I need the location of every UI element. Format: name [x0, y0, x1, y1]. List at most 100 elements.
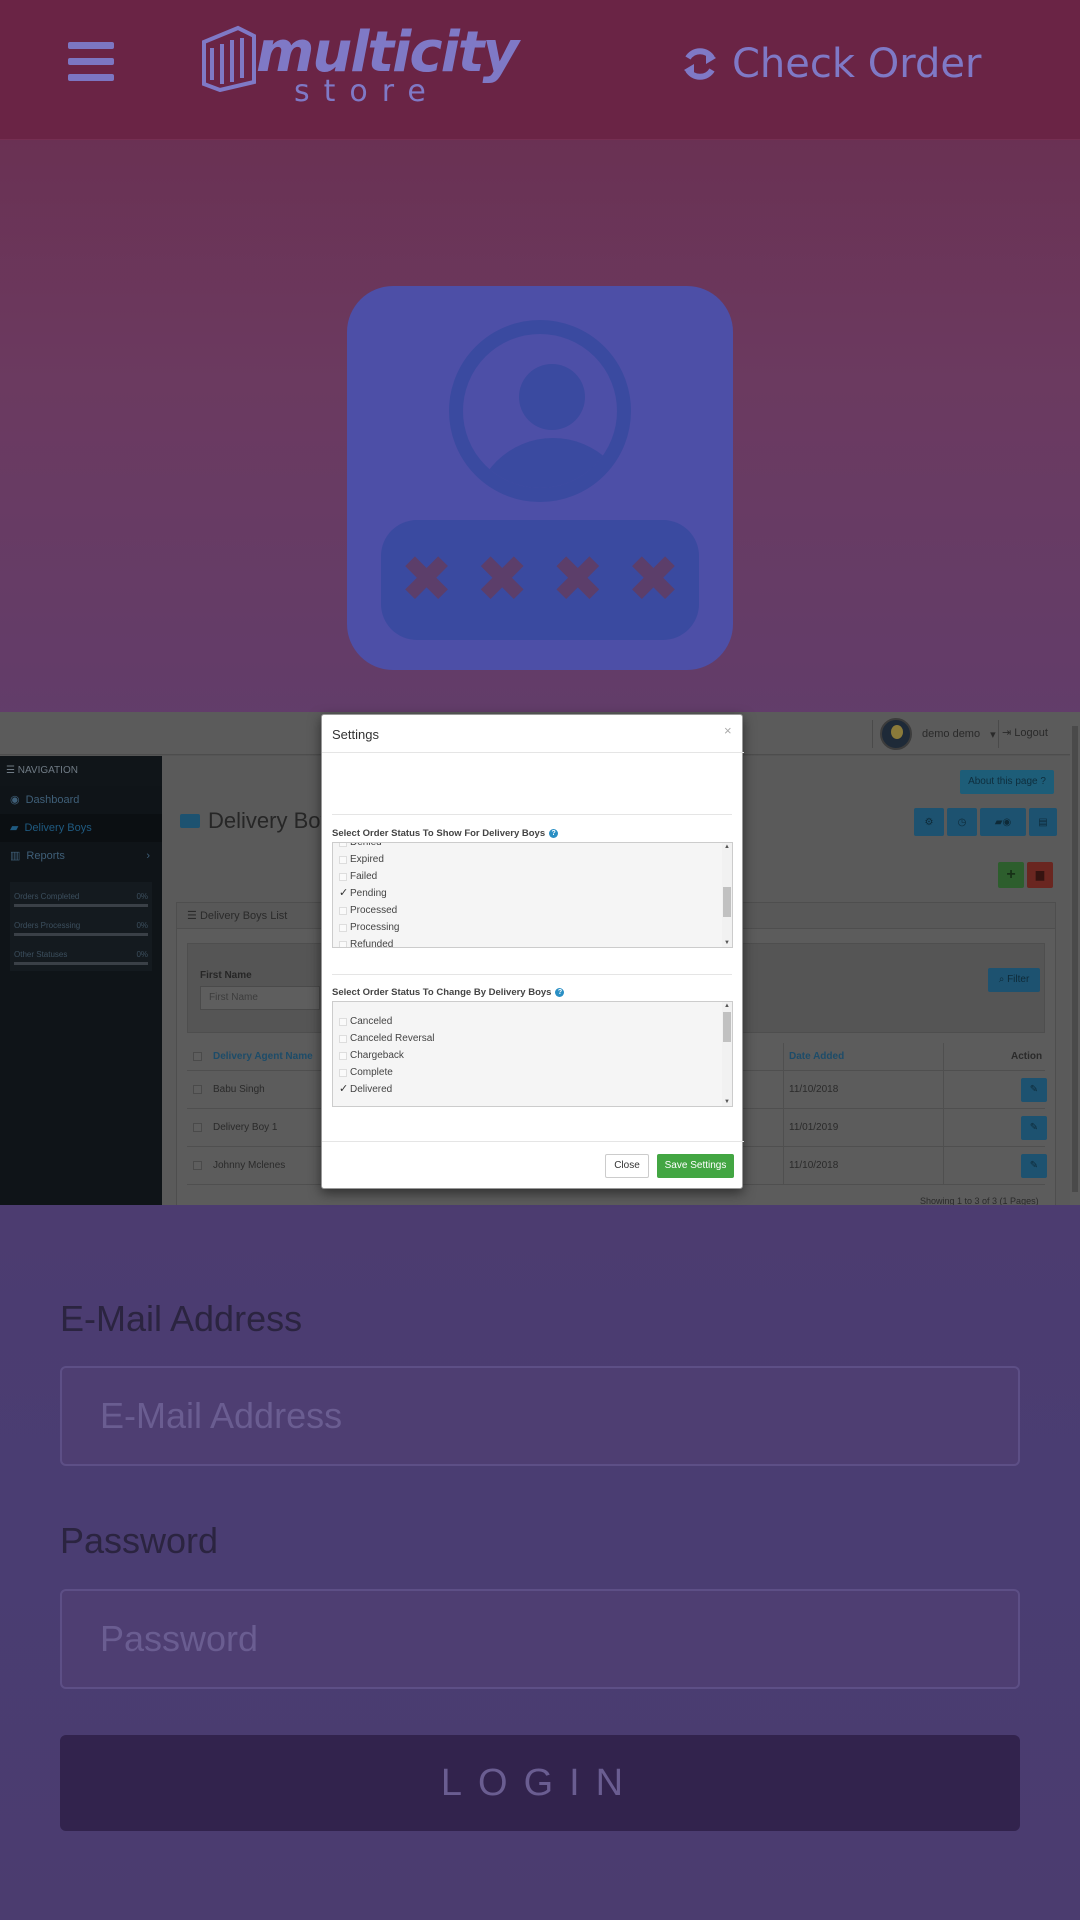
date-added: 11/10/2018	[789, 1160, 839, 1171]
sidebar-item-dashboard[interactable]: ◉ Dashboard	[0, 786, 162, 814]
edit-button[interactable]: ✎	[1021, 1153, 1047, 1178]
email-field[interactable]: E-Mail Address	[60, 1366, 1020, 1466]
assign-button[interactable]: ▰◉	[980, 808, 1026, 836]
sidebar-item-delivery-boys[interactable]: ▰ Delivery Boys	[0, 814, 162, 842]
sidebar-item-reports[interactable]: ▥ Reports ›	[0, 842, 162, 870]
divider	[322, 1141, 744, 1142]
checkbox[interactable]	[339, 885, 348, 902]
show-status-label: Select Order Status To Show For Delivery…	[332, 828, 559, 839]
row-checkbox[interactable]	[193, 1085, 202, 1094]
help-icon[interactable]: ?	[555, 988, 565, 997]
edit-button[interactable]: ✎	[1021, 1077, 1047, 1102]
change-status-listbox[interactable]: Canceled Canceled Reversal Chargeback Co…	[332, 1001, 733, 1107]
divider	[332, 974, 732, 975]
progress-bar	[14, 933, 148, 936]
status-option[interactable]: Complete	[339, 1064, 393, 1081]
truck-icon	[180, 814, 200, 828]
stat-value: 0%	[136, 921, 148, 930]
close-button[interactable]: Close	[605, 1154, 649, 1178]
check-order-label: Check Order	[732, 41, 982, 87]
search-icon: ⌕	[998, 974, 1005, 985]
stat-value: 0%	[136, 892, 148, 901]
page-scrollbar[interactable]	[1070, 712, 1080, 1205]
status-option[interactable]: Canceled	[339, 1013, 392, 1030]
listbox-scrollbar[interactable]: ▲ ▼	[722, 1002, 732, 1106]
scroll-down-icon[interactable]: ▼	[724, 940, 730, 946]
settings-button[interactable]: ⚙	[914, 808, 944, 836]
filter-button[interactable]: ⌕ Filter	[988, 968, 1040, 992]
column-header-date[interactable]: Date Added	[789, 1051, 844, 1062]
store-building-icon	[202, 25, 256, 92]
close-icon[interactable]: ×	[724, 723, 732, 738]
save-settings-button[interactable]: Save Settings	[657, 1154, 734, 1178]
stat-label: Orders Completed	[14, 892, 80, 901]
cogs-icon: ⚙	[924, 816, 934, 828]
scroll-up-icon[interactable]: ▲	[724, 844, 730, 850]
status-option[interactable]: Processing	[339, 919, 399, 936]
checkbox[interactable]	[339, 940, 347, 947]
user-avatar-icon	[449, 320, 631, 502]
status-option[interactable]: Pending	[339, 885, 387, 902]
checkbox[interactable]	[339, 872, 347, 881]
date-added: 11/01/2019	[789, 1122, 839, 1133]
logo-word-store: store	[294, 74, 440, 109]
email-label: E-Mail Address	[60, 1298, 303, 1339]
add-button[interactable]: +	[998, 862, 1024, 888]
status-option[interactable]: Delivered	[339, 1081, 392, 1098]
refresh-icon	[684, 48, 716, 80]
file-icon: ▤	[1038, 816, 1048, 828]
checkbox[interactable]	[339, 1081, 348, 1098]
history-button[interactable]: ◷	[947, 808, 977, 836]
multicity-store-logo: multicity store	[198, 16, 519, 109]
about-page-button[interactable]: About this page ?	[960, 770, 1054, 794]
status-option[interactable]: Expired	[339, 851, 384, 868]
row-checkbox[interactable]	[193, 1161, 202, 1170]
status-option[interactable]: Chargeback	[339, 1047, 404, 1064]
bar-chart-icon: ▥	[10, 850, 21, 862]
stat-label: Other Statuses	[14, 950, 68, 959]
checkbox[interactable]	[339, 1017, 347, 1026]
status-option[interactable]: Canceled Reversal	[339, 1030, 435, 1047]
password-field[interactable]: Password	[60, 1589, 1020, 1689]
first-name-input[interactable]: First Name	[200, 986, 320, 1010]
scroll-up-icon[interactable]: ▲	[724, 1003, 730, 1009]
user-dropdown[interactable]: demo demo ▾	[880, 718, 996, 750]
checkbox[interactable]	[339, 923, 347, 932]
checkbox[interactable]	[339, 855, 347, 864]
status-option[interactable]: Refunded	[339, 936, 393, 947]
check-order-link[interactable]: Check Order	[680, 38, 981, 90]
edit-button[interactable]: ✎	[1021, 1115, 1047, 1140]
login-button[interactable]: LOGIN	[60, 1735, 1020, 1831]
pencil-icon: ✎	[1029, 1121, 1039, 1133]
agent-name: Johnny Mclenes	[213, 1160, 286, 1171]
stat-label: Orders Processing	[14, 921, 81, 930]
status-option[interactable]: Processed	[339, 902, 397, 919]
password-label: Password	[60, 1520, 219, 1561]
scroll-down-icon[interactable]: ▼	[724, 1099, 730, 1105]
column-header-name[interactable]: Delivery Agent Name	[213, 1051, 313, 1062]
report-button[interactable]: ▤	[1029, 808, 1057, 836]
logout-label: Logout	[1014, 727, 1048, 739]
checkbox[interactable]	[339, 843, 347, 847]
checkbox[interactable]	[339, 1034, 347, 1043]
checkbox[interactable]	[339, 1051, 347, 1060]
select-all-checkbox[interactable]	[193, 1052, 202, 1061]
plus-icon: +	[1006, 866, 1016, 883]
first-name-label: First Name	[200, 970, 252, 981]
avatar	[880, 718, 912, 750]
divider	[332, 814, 732, 815]
hamburger-menu-icon[interactable]	[68, 42, 114, 82]
agent-name: Babu Singh	[213, 1084, 265, 1095]
help-icon[interactable]: ?	[549, 829, 559, 838]
show-status-listbox[interactable]: Denied Expired Failed Pending Processed …	[332, 842, 733, 948]
logout-link[interactable]: ⇥ Logout	[1002, 726, 1048, 739]
delete-button[interactable]: ▆	[1027, 862, 1053, 888]
row-checkbox[interactable]	[193, 1123, 202, 1132]
listbox-scrollbar[interactable]: ▲ ▼	[722, 843, 732, 947]
masked-password-icon: ✖ ✖ ✖ ✖	[381, 520, 699, 640]
status-option[interactable]: Failed	[339, 868, 377, 885]
sidebar-item-label: Delivery Boys	[24, 822, 92, 834]
status-option[interactable]: Denied	[339, 843, 382, 851]
checkbox[interactable]	[339, 1068, 347, 1077]
checkbox[interactable]	[339, 906, 347, 915]
